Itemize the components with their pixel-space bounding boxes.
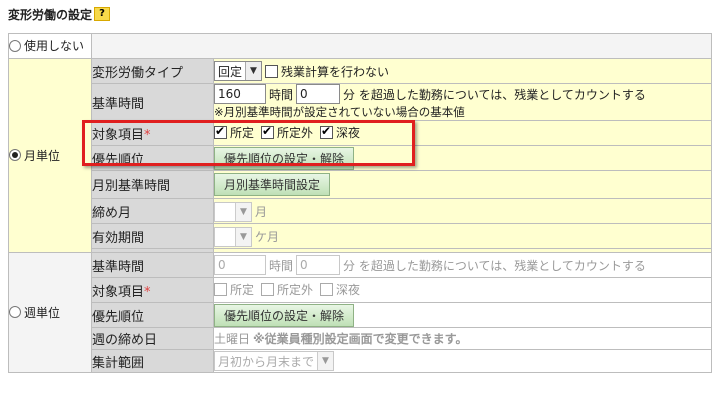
- weekly-target-shinya-checkbox[interactable]: [320, 283, 334, 296]
- valid-period-cell: ▼ ケ月: [213, 223, 712, 249]
- weekly-target-label-cell: 対象項目*: [91, 277, 214, 303]
- weekly-target-label: 対象項目: [92, 284, 145, 300]
- base-time-suffix: 分 を超過した勤務については、残業としてカウントする: [343, 87, 646, 102]
- aggregation-label: 集計範囲: [91, 349, 214, 373]
- closing-month-label: 締め月: [91, 198, 214, 224]
- section-header: 変形労働の設定 ?: [8, 4, 111, 24]
- weekly-base-time-suffix: 分 を超過した勤務については、残業としてカウントする: [343, 258, 646, 273]
- base-time-note: ※月別基準時間が設定されていない場合の基本値: [214, 105, 465, 119]
- henkei-type-label: 変形労働タイプ: [91, 58, 214, 84]
- weekly-hours-unit: 時間: [269, 258, 294, 273]
- week-closing-value: 土曜日: [214, 332, 251, 346]
- base-time-label: 基準時間: [91, 83, 214, 121]
- weekly-target-cell: 所定 所定外 深夜: [213, 277, 712, 303]
- henkei-type-select[interactable]: 回定 ▼: [214, 61, 263, 81]
- base-hours-input[interactable]: 160: [214, 84, 266, 104]
- base-time-cell: 160 時間 0 分 を超過した勤務については、残業としてカウントする ※月別基…: [213, 83, 712, 121]
- chevron-down-icon: ▼: [235, 202, 251, 221]
- required-mark: *: [144, 127, 151, 143]
- target-items-cell: 所定 所定外 深夜: [213, 120, 712, 146]
- option-none-label: 使用しない: [24, 39, 85, 54]
- target-shinya-label: 深夜: [336, 126, 361, 140]
- radio-monthly[interactable]: [9, 149, 21, 162]
- aggregation-cell: 月初から月末まで ▼: [213, 349, 712, 373]
- aggregation-select[interactable]: 月初から月末まで ▼: [214, 351, 335, 371]
- monthly-base-label: 月別基準時間: [91, 170, 214, 199]
- valid-period-select[interactable]: ▼: [214, 226, 252, 247]
- no-overtime-checkbox[interactable]: [265, 64, 279, 78]
- priority-cell: 優先順位の設定・解除: [213, 145, 712, 171]
- option-weekly-cell: 週単位: [8, 252, 92, 373]
- closing-month-cell: ▼ 月: [213, 198, 712, 224]
- weekly-target-shotei-checkbox[interactable]: [214, 283, 227, 296]
- valid-period-unit: ケ月: [255, 230, 280, 244]
- henkei-type-cell: 回定 ▼ 残業計算を行わない: [213, 58, 712, 84]
- weekly-priority-label: 優先順位: [91, 302, 214, 328]
- base-minutes-input[interactable]: 0: [296, 84, 341, 104]
- weekly-base-time-label: 基準時間: [91, 252, 214, 278]
- chevron-down-icon: ▼: [235, 227, 251, 246]
- option-monthly-label: 月単位: [24, 148, 61, 163]
- week-closing-label: 週の締め日: [91, 327, 214, 350]
- weekly-minutes-input[interactable]: 0: [296, 255, 341, 275]
- target-shoteigai-checkbox[interactable]: [261, 124, 275, 139]
- radio-none[interactable]: [9, 39, 21, 52]
- chevron-down-icon: ▼: [317, 352, 334, 370]
- target-shinya-checkbox[interactable]: [320, 124, 334, 139]
- priority-button[interactable]: 優先順位の設定・解除: [214, 146, 355, 170]
- weekly-priority-cell: 優先順位の設定・解除: [213, 302, 712, 328]
- option-weekly-label: 週単位: [24, 305, 61, 320]
- week-closing-note: ※従業員種別設定画面で変更できます。: [253, 332, 468, 346]
- option-monthly-cell: 月単位: [8, 58, 92, 253]
- no-overtime-label: 残業計算を行わない: [281, 64, 390, 79]
- target-shoteigai-label: 所定外: [277, 126, 314, 140]
- target-items-label-cell: 対象項目*: [91, 120, 214, 146]
- option-none-cell: 使用しない: [8, 33, 92, 59]
- target-items-label: 対象項目: [92, 127, 145, 143]
- radio-weekly[interactable]: [9, 306, 21, 319]
- priority-label: 優先順位: [91, 145, 214, 171]
- weekly-hours-input[interactable]: 0: [214, 255, 266, 275]
- help-icon[interactable]: ?: [94, 7, 111, 21]
- weekly-priority-button[interactable]: 優先順位の設定・解除: [214, 303, 355, 327]
- chevron-down-icon: ▼: [245, 62, 262, 80]
- weekly-target-shotei-label: 所定: [230, 283, 255, 297]
- closing-month-select[interactable]: ▼: [214, 201, 252, 222]
- target-shotei-label: 所定: [230, 126, 255, 140]
- weekly-required-mark: *: [144, 284, 151, 300]
- target-shotei-checkbox[interactable]: [214, 124, 227, 139]
- monthly-base-button[interactable]: 月別基準時間設定: [214, 173, 331, 196]
- settings-table: 使用しない 月単位 変形労働タイプ 回定 ▼ 残業計算を行わない 基準時間 16…: [8, 33, 712, 373]
- monthly-base-cell: 月別基準時間設定: [213, 170, 712, 199]
- blank-cell: [91, 33, 712, 59]
- week-closing-cell: 土曜日 ※従業員種別設定画面で変更できます。: [213, 327, 712, 350]
- weekly-target-shinya-label: 深夜: [336, 283, 361, 297]
- weekly-target-shoteigai-label: 所定外: [277, 283, 314, 297]
- valid-period-label: 有効期間: [91, 223, 214, 249]
- hours-unit: 時間: [269, 87, 294, 102]
- weekly-target-shoteigai-checkbox[interactable]: [261, 283, 275, 296]
- section-title: 変形労働の設定: [8, 7, 93, 22]
- closing-month-unit: 月: [255, 205, 268, 219]
- weekly-base-time-cell: 0 時間 0 分 を超過した勤務については、残業としてカウントする: [213, 252, 712, 278]
